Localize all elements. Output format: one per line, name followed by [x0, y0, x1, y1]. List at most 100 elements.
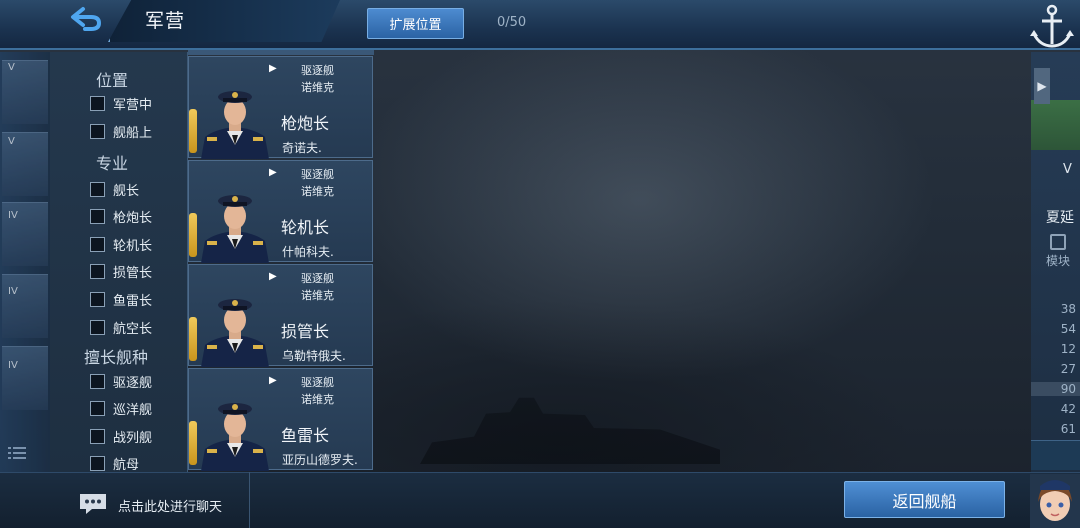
play-icon: ▶ [269, 167, 277, 178]
crew-ship-type: 驱逐舰 [301, 376, 334, 389]
filter-option-cruiser[interactable]: 巡洋舰 [90, 398, 152, 418]
ship-thumbnail[interactable] [2, 346, 48, 410]
back-button[interactable] [58, 4, 114, 34]
crew-card[interactable]: ▶ 驱逐舰 诺维克 枪炮长 奇诺夫. [188, 56, 373, 159]
crew-ship-type: 驱逐舰 [301, 272, 334, 285]
anchor-menu-button[interactable] [1026, 0, 1078, 52]
checkbox[interactable] [90, 123, 105, 139]
anchor-icon [1030, 4, 1074, 48]
checkbox[interactable] [90, 95, 105, 111]
ship-preview-thumbnail[interactable] [1031, 100, 1080, 150]
filter-option-label: 航母 [113, 457, 140, 473]
crew-name: 亚历山德罗夫. [282, 453, 358, 467]
crew-ship-class: 诺维克 [301, 289, 334, 302]
filter-option-engineer[interactable]: 轮机长 [90, 234, 152, 254]
player-avatar[interactable] [1030, 474, 1080, 528]
crew-portrait [195, 183, 275, 263]
filter-option-label: 鱼雷长 [113, 293, 153, 309]
crew-card[interactable]: ▶ 驱逐舰 诺维克 轮机长 什帕科夫. [188, 160, 373, 263]
crew-role: 鱼雷长 [281, 426, 330, 445]
crew-portrait [195, 287, 275, 367]
filter-option-label: 战列舰 [113, 430, 153, 446]
ship-stat-value: 38 [1060, 302, 1076, 316]
checkbox[interactable] [90, 373, 105, 389]
checkbox[interactable] [90, 319, 105, 335]
crew-ship-type: 驱逐舰 [301, 64, 334, 77]
play-icon: ▶ [269, 271, 277, 282]
ship-tier-label: IV [8, 210, 18, 221]
filter-option-label: 驱逐舰 [113, 375, 153, 391]
ship-stat-value: 90 [1060, 382, 1076, 396]
ship-stat-value: 27 [1060, 362, 1076, 376]
crew-name: 奇诺夫. [282, 141, 322, 155]
ship-name-label: 夏延 [1046, 210, 1074, 226]
page-title: 军营 [145, 10, 186, 32]
checkbox[interactable] [90, 400, 105, 416]
module-icon[interactable] [1050, 234, 1066, 250]
filter-heading-ship-type: 擅长舰种 [84, 348, 149, 367]
ship-stat-value: 12 [1060, 342, 1076, 356]
ship-thumbnail[interactable] [2, 274, 48, 338]
ship-tier-label: V [1063, 162, 1072, 177]
filter-option-battleship[interactable]: 战列舰 [90, 426, 152, 446]
checkbox[interactable] [90, 236, 105, 252]
checkbox[interactable] [90, 428, 105, 444]
filter-option-label: 枪炮长 [113, 210, 153, 226]
crew-role: 损管长 [281, 322, 330, 341]
filter-option-label: 巡洋舰 [113, 402, 153, 418]
crew-card[interactable]: ▶ 驱逐舰 诺维克 鱼雷长 亚历山德罗夫. [188, 368, 373, 471]
expand-slots-button[interactable]: 扩展位置 [367, 8, 464, 39]
play-icon: ▶ [269, 375, 277, 386]
crew-list: ▶ 驱逐舰 诺维克 枪炮长 奇诺夫. ▶ 驱逐舰 诺维克 轮机长 什帕科夫. ▶… [188, 52, 374, 472]
ship-stat-value: 61 [1060, 422, 1076, 436]
play-icon: ▶ [269, 63, 277, 74]
filter-option-damage-control[interactable]: 损管长 [90, 261, 152, 281]
filter-option-aviation[interactable]: 航空长 [90, 317, 152, 337]
checkbox[interactable] [90, 181, 105, 197]
back-arrow-icon [71, 7, 102, 31]
filter-option-carrier[interactable]: 航母 [90, 453, 139, 473]
checkbox[interactable] [90, 263, 105, 279]
crew-role: 枪炮长 [281, 114, 330, 133]
filter-option-on-ship[interactable]: 舰船上 [90, 121, 152, 141]
filter-option-captain[interactable]: 舰长 [90, 179, 139, 199]
title-tab [108, 0, 340, 42]
filter-option-label: 轮机长 [113, 238, 153, 254]
filter-option-torpedo[interactable]: 鱼雷长 [90, 289, 152, 309]
filter-heading-position: 位置 [96, 71, 129, 90]
filter-option-label: 损管长 [113, 265, 153, 281]
filter-heading-specialty: 专业 [96, 154, 129, 173]
checkbox[interactable] [90, 291, 105, 307]
crew-role: 轮机长 [281, 218, 330, 237]
filter-option-label: 航空长 [113, 321, 153, 337]
crew-name: 什帕科夫. [282, 245, 334, 259]
module-label: 模块 [1046, 254, 1071, 268]
right-panel-footer [1031, 440, 1080, 470]
filter-option-label: 舰船上 [113, 125, 153, 141]
crew-ship-type: 驱逐舰 [301, 168, 334, 181]
ship-tier-label: V [8, 62, 15, 73]
filter-option-gunnery[interactable]: 枪炮长 [90, 206, 152, 226]
chevron-right-icon: ▶ [1037, 79, 1047, 93]
crew-ship-class: 诺维克 [301, 81, 334, 94]
list-menu-icon[interactable] [8, 446, 38, 466]
ship-tier-label: IV [8, 286, 18, 297]
chat-hint: 点击此处进行聊天 [118, 500, 223, 515]
chat-bubble-icon [78, 492, 108, 516]
ship-tier-label: IV [8, 360, 18, 371]
capacity-counter: 0/50 [497, 15, 527, 30]
return-to-ship-button[interactable]: 返回舰船 [844, 481, 1005, 518]
checkbox[interactable] [90, 455, 105, 471]
expand-right-panel-button[interactable]: ▶ [1034, 68, 1050, 104]
crew-portrait [195, 79, 275, 159]
checkbox[interactable] [90, 208, 105, 224]
filter-option-destroyer[interactable]: 驱逐舰 [90, 371, 152, 391]
filter-option-label: 舰长 [113, 183, 140, 199]
ship-stat-value: 54 [1060, 322, 1076, 336]
filter-panel: 位置 军营中 舰船上 专业 舰长 枪炮长 轮机长 损管长 鱼雷长 航空长 擅长舰… [50, 52, 188, 473]
crew-ship-class: 诺维克 [301, 393, 334, 406]
ship-stat-value: 42 [1060, 402, 1076, 416]
crew-portrait [195, 391, 275, 471]
filter-option-in-barracks[interactable]: 军营中 [90, 93, 152, 113]
crew-card[interactable]: ▶ 驱逐舰 诺维克 损管长 乌勒特俄夫. [188, 264, 373, 367]
